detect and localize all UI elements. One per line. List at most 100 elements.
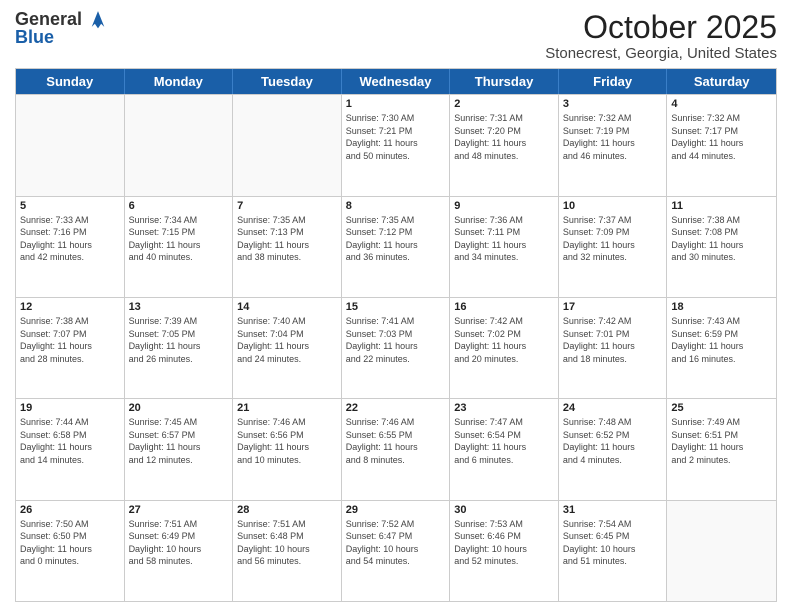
day-2: 2Sunrise: 7:31 AM Sunset: 7:20 PM Daylig… <box>450 95 559 195</box>
day-number-27: 27 <box>129 504 229 516</box>
day-26: 26 Sunrise: 7:50 AM Sunset: 6:50 PM Dayli… <box>16 501 125 601</box>
day-number-10: 10 <box>563 200 663 212</box>
logo: General Blue <box>15 10 107 48</box>
day-info-20: Sunrise: 7:45 AM Sunset: 6:57 PM Dayligh… <box>129 416 229 466</box>
day-info-12: Sunrise: 7:38 AM Sunset: 7:07 PM Dayligh… <box>20 315 120 365</box>
day-30: 30Sunrise: 7:53 AM Sunset: 6:46 PM Dayli… <box>450 501 559 601</box>
day-15: 15Sunrise: 7:41 AM Sunset: 7:03 PM Dayli… <box>342 298 451 398</box>
day-info-21: Sunrise: 7:46 AM Sunset: 6:56 PM Dayligh… <box>237 416 337 466</box>
day-number-2: 2 <box>454 98 554 110</box>
day-number-8: 8 <box>346 200 446 212</box>
day-29: 29Sunrise: 7:52 AM Sunset: 6:47 PM Dayli… <box>342 501 451 601</box>
day-info-27: Sunrise: 7:51 AM Sunset: 6:49 PM Dayligh… <box>129 518 229 568</box>
day-3: 3Sunrise: 7:32 AM Sunset: 7:19 PM Daylig… <box>559 95 668 195</box>
day-21: 21 Sunrise: 7:46 AM Sunset: 6:56 PM Dayli… <box>233 399 342 499</box>
day-info-8: Sunrise: 7:35 AM Sunset: 7:12 PM Dayligh… <box>346 214 446 264</box>
day-info-17: Sunrise: 7:42 AM Sunset: 7:01 PM Dayligh… <box>563 315 663 365</box>
calendar-header: Sunday Monday Tuesday Wednesday Thursday… <box>16 69 776 94</box>
header-saturday: Saturday <box>667 69 776 94</box>
logo-text: General Blue <box>15 10 107 48</box>
day-info-18: Sunrise: 7:43 AM Sunset: 6:59 PM Dayligh… <box>671 315 772 365</box>
day-number-15: 15 <box>346 301 446 313</box>
day-6: 6Sunrise: 7:34 AM Sunset: 7:15 PM Daylig… <box>125 197 234 297</box>
day-info-11: Sunrise: 7:38 AM Sunset: 7:08 PM Dayligh… <box>671 214 772 264</box>
day-info-10: Sunrise: 7:37 AM Sunset: 7:09 PM Dayligh… <box>563 214 663 264</box>
day-info-5: Sunrise: 7:33 AM Sunset: 7:16 PM Dayligh… <box>20 214 120 264</box>
day-info-13: Sunrise: 7:39 AM Sunset: 7:05 PM Dayligh… <box>129 315 229 365</box>
day-number-5: 5 <box>20 200 120 212</box>
day-19: 19 Sunrise: 7:44 AM Sunset: 6:58 PM Dayli… <box>16 399 125 499</box>
day-info-31: Sunrise: 7:54 AM Sunset: 6:45 PM Dayligh… <box>563 518 663 568</box>
location-title: Stonecrest, Georgia, United States <box>545 45 777 62</box>
empty-cell-0-2 <box>233 95 342 195</box>
day-number-13: 13 <box>129 301 229 313</box>
day-number-17: 17 <box>563 301 663 313</box>
day-number-25: 25 <box>671 402 772 414</box>
day-17: 17 Sunrise: 7:42 AM Sunset: 7:01 PM Dayli… <box>559 298 668 398</box>
day-number-11: 11 <box>671 200 772 212</box>
empty-cell-0-1 <box>125 95 234 195</box>
day-info-25: Sunrise: 7:49 AM Sunset: 6:51 PM Dayligh… <box>671 416 772 466</box>
header-wednesday: Wednesday <box>342 69 451 94</box>
logo-icon <box>89 8 107 30</box>
day-number-19: 19 <box>20 402 120 414</box>
day-info-22: Sunrise: 7:46 AM Sunset: 6:55 PM Dayligh… <box>346 416 446 466</box>
day-7: 7Sunrise: 7:35 AM Sunset: 7:13 PM Daylig… <box>233 197 342 297</box>
day-info-1: Sunrise: 7:30 AM Sunset: 7:21 PM Dayligh… <box>346 112 446 162</box>
day-number-1: 1 <box>346 98 446 110</box>
day-25: 25 Sunrise: 7:49 AM Sunset: 6:51 PM Dayli… <box>667 399 776 499</box>
day-number-28: 28 <box>237 504 337 516</box>
empty-cell-4-6 <box>667 501 776 601</box>
day-info-26: Sunrise: 7:50 AM Sunset: 6:50 PM Dayligh… <box>20 518 120 568</box>
day-number-23: 23 <box>454 402 554 414</box>
day-24: 24Sunrise: 7:48 AM Sunset: 6:52 PM Dayli… <box>559 399 668 499</box>
day-number-12: 12 <box>20 301 120 313</box>
day-1: 1 Sunrise: 7:30 AM Sunset: 7:21 PM Daylig… <box>342 95 451 195</box>
day-number-16: 16 <box>454 301 554 313</box>
week-row-2: 5 Sunrise: 7:33 AM Sunset: 7:16 PM Daylig… <box>16 196 776 297</box>
day-number-21: 21 <box>237 402 337 414</box>
logo-blue: Blue <box>15 28 107 48</box>
day-14: 14Sunrise: 7:40 AM Sunset: 7:04 PM Dayli… <box>233 298 342 398</box>
day-number-29: 29 <box>346 504 446 516</box>
calendar-body: 1 Sunrise: 7:30 AM Sunset: 7:21 PM Daylig… <box>16 94 776 601</box>
day-8: 8 Sunrise: 7:35 AM Sunset: 7:12 PM Daylig… <box>342 197 451 297</box>
day-info-23: Sunrise: 7:47 AM Sunset: 6:54 PM Dayligh… <box>454 416 554 466</box>
day-number-4: 4 <box>671 98 772 110</box>
day-28: 28 Sunrise: 7:51 AM Sunset: 6:48 PM Dayli… <box>233 501 342 601</box>
day-11: 11 Sunrise: 7:38 AM Sunset: 7:08 PM Dayli… <box>667 197 776 297</box>
day-info-7: Sunrise: 7:35 AM Sunset: 7:13 PM Dayligh… <box>237 214 337 264</box>
day-info-14: Sunrise: 7:40 AM Sunset: 7:04 PM Dayligh… <box>237 315 337 365</box>
day-number-3: 3 <box>563 98 663 110</box>
day-number-22: 22 <box>346 402 446 414</box>
header-friday: Friday <box>559 69 668 94</box>
day-12: 12 Sunrise: 7:38 AM Sunset: 7:07 PM Dayli… <box>16 298 125 398</box>
day-27: 27 Sunrise: 7:51 AM Sunset: 6:49 PM Dayli… <box>125 501 234 601</box>
day-31: 31 Sunrise: 7:54 AM Sunset: 6:45 PM Dayli… <box>559 501 668 601</box>
day-info-28: Sunrise: 7:51 AM Sunset: 6:48 PM Dayligh… <box>237 518 337 568</box>
header-tuesday: Tuesday <box>233 69 342 94</box>
week-row-5: 26 Sunrise: 7:50 AM Sunset: 6:50 PM Dayli… <box>16 500 776 601</box>
week-row-1: 1 Sunrise: 7:30 AM Sunset: 7:21 PM Daylig… <box>16 94 776 195</box>
day-number-31: 31 <box>563 504 663 516</box>
week-row-3: 12 Sunrise: 7:38 AM Sunset: 7:07 PM Dayli… <box>16 297 776 398</box>
day-number-9: 9 <box>454 200 554 212</box>
day-9: 9 Sunrise: 7:36 AM Sunset: 7:11 PM Daylig… <box>450 197 559 297</box>
day-18: 18Sunrise: 7:43 AM Sunset: 6:59 PM Dayli… <box>667 298 776 398</box>
day-info-19: Sunrise: 7:44 AM Sunset: 6:58 PM Dayligh… <box>20 416 120 466</box>
day-number-6: 6 <box>129 200 229 212</box>
header-sunday: Sunday <box>16 69 125 94</box>
page: General Blue October 2025 Stonecrest, Ge… <box>0 0 792 612</box>
calendar: Sunday Monday Tuesday Wednesday Thursday… <box>15 68 777 602</box>
day-10: 10 Sunrise: 7:37 AM Sunset: 7:09 PM Dayli… <box>559 197 668 297</box>
week-row-4: 19 Sunrise: 7:44 AM Sunset: 6:58 PM Dayli… <box>16 398 776 499</box>
day-info-9: Sunrise: 7:36 AM Sunset: 7:11 PM Dayligh… <box>454 214 554 264</box>
month-title: October 2025 <box>545 10 777 45</box>
title-section: October 2025 Stonecrest, Georgia, United… <box>545 10 777 62</box>
day-info-4: Sunrise: 7:32 AM Sunset: 7:17 PM Dayligh… <box>671 112 772 162</box>
day-23: 23 Sunrise: 7:47 AM Sunset: 6:54 PM Dayli… <box>450 399 559 499</box>
day-5: 5 Sunrise: 7:33 AM Sunset: 7:16 PM Daylig… <box>16 197 125 297</box>
empty-cell-0-0 <box>16 95 125 195</box>
day-number-30: 30 <box>454 504 554 516</box>
day-number-26: 26 <box>20 504 120 516</box>
